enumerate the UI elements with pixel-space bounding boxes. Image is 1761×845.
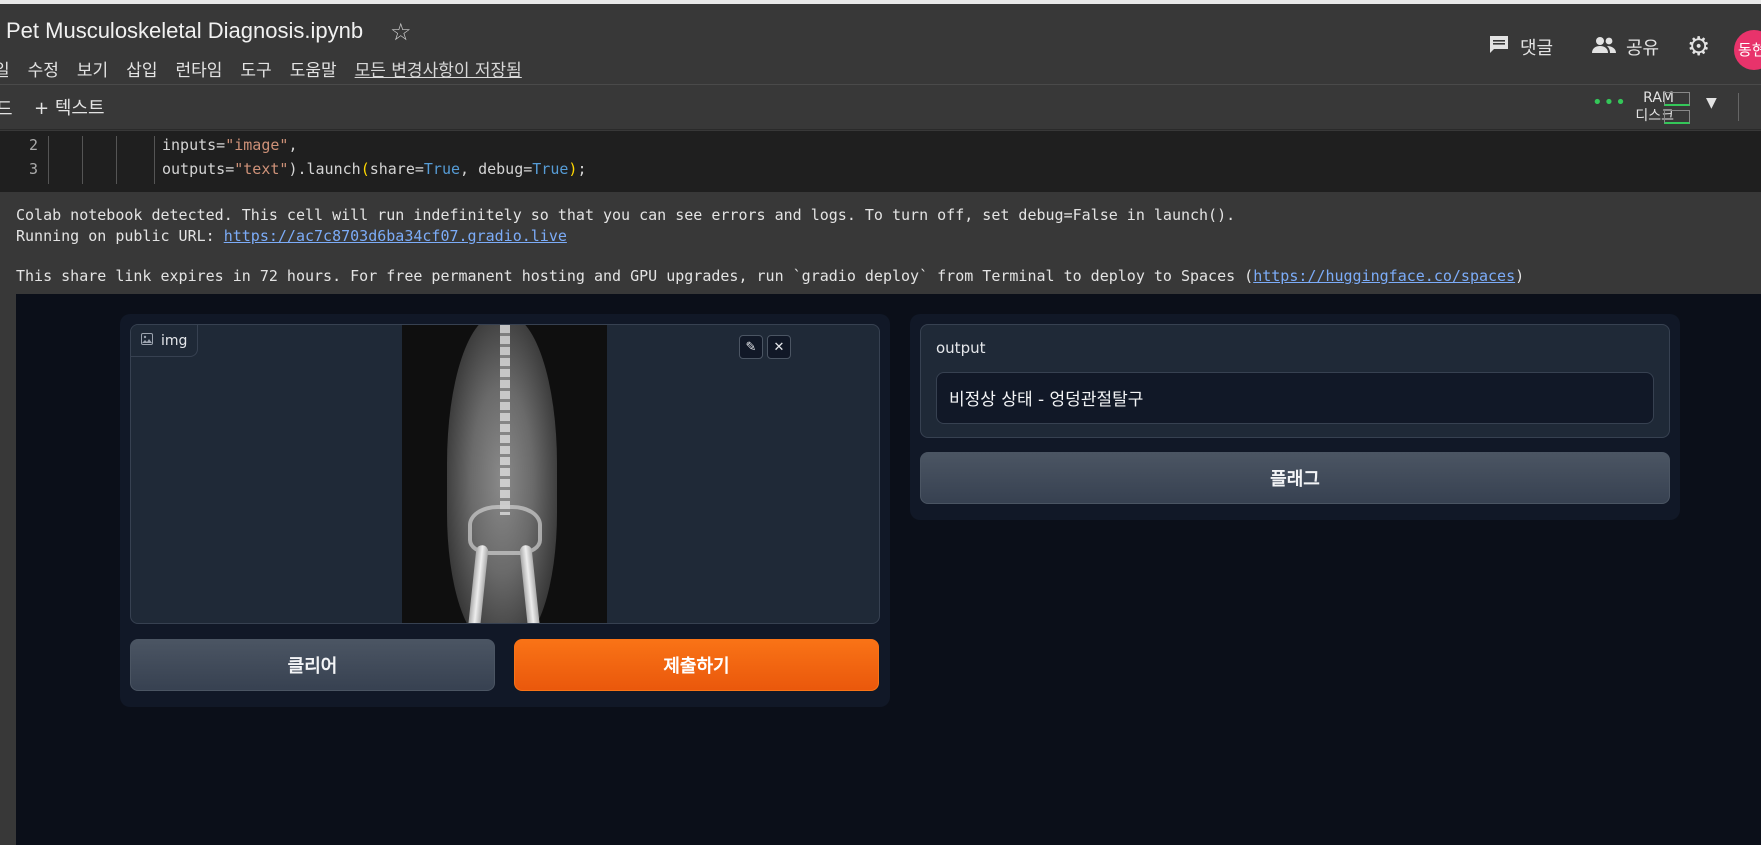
close-icon[interactable]: ✕ bbox=[767, 335, 791, 359]
clear-button[interactable]: 클리어 bbox=[130, 639, 495, 691]
notebook-title[interactable]: Pet Musculoskeletal Diagnosis.ipynb bbox=[6, 18, 363, 44]
gear-icon[interactable]: ⚙ bbox=[1687, 32, 1710, 62]
code-line: 2 inputs="image", bbox=[0, 136, 1761, 160]
saved-status[interactable]: 모든 변경사항이 저장됨 bbox=[355, 56, 522, 81]
gradio-app: img ✎ ✕ 클리어 제출하기 output 비정상 상태 - 엉덩관절탈구 … bbox=[16, 294, 1761, 845]
ram-bar bbox=[1664, 92, 1690, 106]
code-token: ).launch bbox=[288, 160, 361, 178]
code-token: share= bbox=[369, 160, 424, 178]
public-url-link[interactable]: https://ac7c8703d6ba34cf07.gradio.live bbox=[224, 227, 567, 245]
image-label-text: img bbox=[161, 332, 188, 349]
output-line-share: This share link expires in 72 hours. For… bbox=[16, 267, 1524, 285]
url-prefix: Running on public URL: bbox=[16, 227, 224, 245]
code-token: "text" bbox=[234, 160, 289, 178]
indent-guide bbox=[48, 136, 49, 160]
output-panel: output 비정상 상태 - 엉덩관절탈구 플래그 bbox=[910, 314, 1680, 520]
indent-guide bbox=[82, 160, 83, 184]
menu-view[interactable]: 보기 bbox=[77, 56, 108, 81]
menu-edit[interactable]: 수정 bbox=[28, 56, 59, 81]
comment-label: 댓글 bbox=[1520, 38, 1554, 59]
code-token: True bbox=[532, 160, 569, 178]
flag-button[interactable]: 플래그 bbox=[920, 452, 1670, 504]
code-token: , bbox=[288, 136, 298, 154]
plus-icon: + bbox=[34, 98, 50, 119]
line-number: 3 bbox=[28, 160, 38, 178]
code-token: , debug= bbox=[460, 160, 533, 178]
share-text: This share link expires in 72 hours. For… bbox=[16, 267, 1254, 285]
indent-guide bbox=[48, 160, 49, 184]
chevron-down-icon[interactable]: ▼ bbox=[1706, 95, 1717, 111]
share-text-suffix: ) bbox=[1515, 267, 1525, 285]
code-cell[interactable]: 2 inputs="image", 3 outputs="text").laun… bbox=[0, 131, 1761, 192]
menu-bar: 일 수정 보기 삽입 런타임 도구 도움말 모든 변경사항이 저장됨 bbox=[0, 56, 522, 81]
code-token: ( bbox=[360, 160, 370, 178]
xray-spine bbox=[500, 325, 510, 515]
spaces-link[interactable]: https://huggingface.co/spaces bbox=[1253, 267, 1515, 285]
output-label: output bbox=[936, 339, 986, 357]
image-icon bbox=[141, 333, 153, 348]
xray-image bbox=[402, 325, 607, 623]
indent-guide bbox=[154, 136, 155, 160]
notebook-header: Pet Musculoskeletal Diagnosis.ipynb ☆ 일 … bbox=[0, 4, 1761, 84]
star-icon[interactable]: ☆ bbox=[390, 18, 412, 46]
code-text: inputs="image", bbox=[162, 136, 297, 154]
code-token: ; bbox=[577, 160, 587, 178]
share-button[interactable]: 공유 bbox=[1592, 34, 1659, 60]
code-token: "image" bbox=[225, 136, 289, 154]
people-icon bbox=[1592, 36, 1616, 59]
image-input[interactable]: img ✎ ✕ bbox=[130, 324, 880, 624]
menu-insert[interactable]: 삽입 bbox=[126, 56, 157, 81]
comment-button[interactable]: 댓글 bbox=[1488, 34, 1553, 60]
cell-output: Colab notebook detected. This cell will … bbox=[0, 192, 1761, 294]
menu-tools[interactable]: 도구 bbox=[240, 56, 271, 81]
output-box: output 비정상 상태 - 엉덩관절탈구 bbox=[920, 324, 1670, 438]
code-text: outputs="text").launch(share=True, debug… bbox=[162, 160, 586, 178]
code-token: True bbox=[423, 160, 461, 178]
submit-button[interactable]: 제출하기 bbox=[514, 639, 879, 691]
share-label: 공유 bbox=[1626, 38, 1660, 59]
disk-bar bbox=[1664, 110, 1690, 124]
add-text-label: 텍스트 bbox=[54, 98, 105, 119]
avatar[interactable]: 동현 bbox=[1734, 30, 1761, 70]
output-textbox[interactable]: 비정상 상태 - 엉덩관절탈구 bbox=[936, 372, 1654, 424]
add-text-button[interactable]: + 텍스트 bbox=[34, 94, 105, 120]
indent-guide bbox=[82, 136, 83, 160]
indent-guide bbox=[116, 160, 117, 184]
input-panel: img ✎ ✕ 클리어 제출하기 bbox=[120, 314, 890, 707]
indent-guide bbox=[116, 136, 117, 160]
line-number: 2 bbox=[28, 136, 38, 154]
menu-help[interactable]: 도움말 bbox=[290, 56, 337, 81]
code-token: inputs= bbox=[162, 136, 226, 154]
menu-runtime[interactable]: 런타임 bbox=[175, 56, 222, 81]
output-line-colab: Colab notebook detected. This cell will … bbox=[16, 206, 1236, 224]
menu-file[interactable]: 일 bbox=[0, 56, 10, 81]
resource-bars bbox=[1664, 92, 1690, 128]
image-label: img bbox=[131, 325, 199, 357]
code-line: 3 outputs="text").launch(share=True, deb… bbox=[0, 160, 1761, 184]
toolbar-divider bbox=[1738, 93, 1739, 121]
notebook-toolbar: 드 + 텍스트 ••• RAM 디스크 ▼ bbox=[0, 84, 1761, 130]
comment-icon bbox=[1488, 35, 1510, 60]
edit-icon[interactable]: ✎ bbox=[739, 335, 763, 359]
code-token: outputs= bbox=[162, 160, 235, 178]
indent-guide bbox=[154, 160, 155, 184]
add-code-button[interactable]: 드 bbox=[0, 95, 13, 121]
output-line-url: Running on public URL: https://ac7c8703d… bbox=[16, 227, 567, 245]
